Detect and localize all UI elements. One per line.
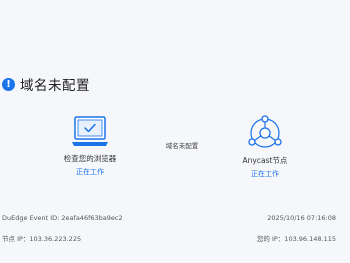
browser-node-label: 检查您的浏览器 — [63, 154, 117, 163]
laptop-check-icon — [72, 116, 108, 146]
browser-node-status: 正在工作 — [76, 168, 104, 176]
your-ip: 您的 IP：103.96.148.115 — [256, 235, 336, 243]
anycast-network-icon — [248, 115, 282, 148]
anycast-node-status: 正在工作 — [251, 170, 279, 178]
domain-status-label: 域名未配置 — [165, 142, 199, 150]
node-ip: 节点 IP：103.36.223.225 — [2, 235, 82, 243]
anycast-node-label: Anycast节点 — [242, 156, 288, 165]
page-title: 域名未配置 — [20, 78, 90, 94]
browser-node: 检查您的浏览器 正在工作 — [55, 115, 125, 177]
anycast-node: Anycast节点 正在工作 — [232, 115, 298, 179]
timestamp: 2025/10/16 07:16:08 — [267, 214, 336, 222]
alert-icon: ! — [2, 77, 15, 91]
event-id: DuEdge Event ID: 2eafa46f63ba9ec2 — [2, 214, 123, 222]
page-header: ! 域名未配置 — [2, 74, 90, 94]
error-page: ! 域名未配置 检查您的浏览器 正在工作 域名未配置 Anycast节点 正在工… — [0, 0, 350, 263]
